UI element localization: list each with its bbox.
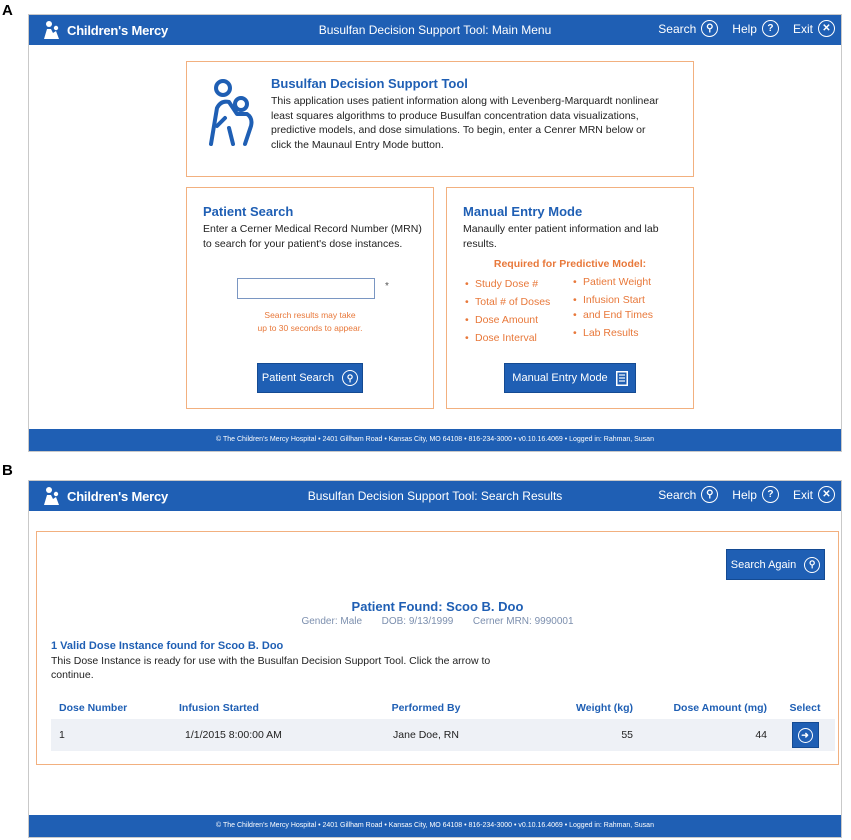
nav-exit-label: Exit [792,21,813,36]
manual-entry-title: Manual Entry Mode [463,204,583,219]
required-item: Infusion Start [573,293,653,308]
mrn-input[interactable] [237,278,375,299]
column-header: Dose Amount (mg) [673,702,767,714]
nav-search[interactable]: Search ⚲ [658,20,719,37]
cell-dose-amount: 44 [641,719,775,751]
help-icon: ? [761,486,779,503]
patient-search-title: Patient Search [203,204,294,219]
required-marker: * [385,281,389,292]
intro-box: Busulfan Decision Support Tool This appl… [186,61,694,177]
manual-entry-button[interactable]: Manual Entry Mode [504,363,636,393]
cell-infusion-started: 1/1/2015 8:00:00 AM [171,719,341,751]
patient-search-button[interactable]: Patient Search ⚲ [257,363,363,393]
top-nav: Search ⚲ Help ? Exit ✕ [658,20,835,37]
manual-entry-button-label: Manual Entry Mode [512,372,608,384]
nav-help-label: Help [732,21,757,36]
table-row: 1 1/1/2015 8:00:00 AM Jane Doe, RN 55 44… [51,719,835,751]
patient-details: Gender: Male DOB: 9/13/1999 Cerner MRN: … [37,616,838,627]
cell-performed-by: Jane Doe, RN [341,719,511,751]
intro-title: Busulfan Decision Support Tool [271,76,468,91]
top-bar: Children's Mercy Busulfan Decision Suppo… [29,15,841,45]
patient-dob: DOB: 9/13/1999 [381,616,454,627]
caregiver-child-icon [209,79,254,146]
required-item: Dose Amount [465,311,550,329]
search-icon: ⚲ [804,556,821,573]
search-again-button-label: Search Again [730,558,797,571]
required-item: Study Dose # [465,275,550,293]
table-header-row: Dose Number Infusion Started Performed B… [51,697,835,719]
top-nav: Search ⚲ Help ? Exit ✕ [658,486,835,503]
patient-gender: Gender: Male [301,616,363,627]
nav-exit[interactable]: Exit ✕ [793,20,835,37]
document-icon [615,370,628,386]
search-icon: ⚲ [342,370,359,386]
manual-entry-box: Manual Entry Mode Manaully enter patient… [446,187,694,409]
panel-label-a: A [2,2,13,19]
select-dose-button[interactable]: ➜ [791,722,819,748]
column-header: Infusion Started [179,702,259,714]
panel-label-b: B [2,462,13,479]
dose-instance-heading: 1 Valid Dose Instance found for Scoo B. … [51,640,284,652]
column-header: Performed By [391,702,461,714]
patient-mrn: Cerner MRN: 9990001 [472,616,574,627]
required-item: Patient Weight [573,275,653,290]
nav-search[interactable]: Search ⚲ [658,486,719,503]
required-item-continued: and End Times [573,308,653,323]
search-again-button[interactable]: Search Again ⚲ [726,549,825,580]
help-icon: ? [761,20,779,37]
arrow-right-icon: ➜ [797,727,813,743]
search-results-screen: Children's Mercy Busulfan Decision Suppo… [28,480,842,838]
patient-search-button-label: Patient Search [261,372,335,384]
required-item-continued-text: and End Times [583,309,654,321]
results-box: Search Again ⚲ Patient Found: Scoo B. Do… [36,531,839,765]
search-hint: Search results may take up to 30 seconds… [187,309,433,335]
required-item: Dose Interval [465,329,550,347]
required-list-right: Patient Weight Infusion Start and End Ti… [573,275,653,341]
nav-exit-label: Exit [792,487,813,502]
nav-search-label: Search [658,21,697,36]
required-item: Lab Results [573,326,653,341]
search-hint-line-1: Search results may take [264,310,356,320]
required-list-left: Study Dose # Total # of Doses Dose Amoun… [465,275,550,347]
nav-help[interactable]: Help ? [732,486,779,503]
top-bar: Children's Mercy Busulfan Decision Suppo… [29,481,841,511]
patient-search-box: Patient Search Enter a Cerner Medical Re… [186,187,434,409]
nav-help-label: Help [732,487,757,502]
nav-help[interactable]: Help ? [732,20,779,37]
search-hint-line-2: up to 30 seconds to appear. [257,323,363,333]
intro-description: This application uses patient informatio… [271,95,659,151]
column-header: Dose Number [59,702,128,714]
manual-entry-description: Manaully enter patient information and l… [463,223,659,250]
close-icon: ✕ [818,486,835,503]
patient-found-title: Patient Found: Scoo B. Doo [351,599,524,614]
dose-instance-description: This Dose Instance is ready for use with… [51,655,491,681]
close-icon: ✕ [818,20,835,37]
required-title: Required for Predictive Model: [493,258,647,270]
nav-exit[interactable]: Exit ✕ [793,486,835,503]
dose-table: Dose Number Infusion Started Performed B… [51,697,835,751]
search-icon: ⚲ [701,486,719,503]
cell-weight: 55 [511,719,641,751]
nav-search-label: Search [658,487,697,502]
search-icon: ⚲ [701,20,719,37]
column-header: Select [789,702,821,714]
cell-dose-number: 1 [51,719,171,751]
footer: © The Children's Mercy Hospital • 2401 G… [29,815,841,837]
column-header: Weight (kg) [576,702,633,714]
main-menu-screen: Children's Mercy Busulfan Decision Suppo… [28,14,842,452]
required-item: Total # of Doses [465,293,550,311]
patient-search-description: Enter a Cerner Medical Record Number (MR… [203,223,422,250]
cell-select: ➜ [775,719,835,751]
footer: © The Children's Mercy Hospital • 2401 G… [29,429,841,451]
